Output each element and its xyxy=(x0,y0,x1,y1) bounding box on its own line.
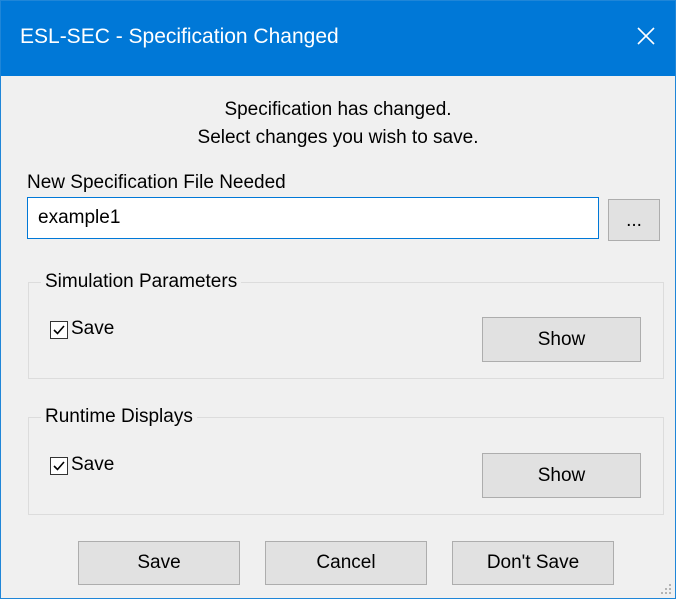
dialog-window: ESL-SEC - Specification Changed Specific… xyxy=(0,0,676,599)
runtime-save-checkbox[interactable] xyxy=(50,457,68,475)
simulation-show-button[interactable]: Show xyxy=(482,317,641,362)
window-title: ESL-SEC - Specification Changed xyxy=(20,25,339,48)
file-label: New Specification File Needed xyxy=(27,172,286,193)
close-icon xyxy=(637,27,655,50)
cancel-button[interactable]: Cancel xyxy=(265,541,427,585)
checkmark-icon xyxy=(53,325,65,335)
resize-grip-icon[interactable] xyxy=(660,583,672,595)
runtime-displays-title: Runtime Displays xyxy=(41,406,197,428)
dont-save-button[interactable]: Don't Save xyxy=(452,541,614,585)
simulation-save-checkbox[interactable] xyxy=(50,321,68,339)
title-bar[interactable]: ESL-SEC - Specification Changed xyxy=(1,1,675,76)
message-text: Specification has changed. Select change… xyxy=(1,96,675,152)
message-line-1: Specification has changed. xyxy=(224,99,452,120)
simulation-save-label[interactable]: Save xyxy=(71,318,114,340)
save-button[interactable]: Save xyxy=(78,541,240,585)
browse-button[interactable]: ... xyxy=(608,199,660,241)
message-line-2: Select changes you wish to save. xyxy=(197,127,479,148)
specification-file-input[interactable] xyxy=(27,197,599,239)
close-button[interactable] xyxy=(617,1,675,76)
simulation-parameters-title: Simulation Parameters xyxy=(41,271,242,293)
runtime-show-button[interactable]: Show xyxy=(482,453,641,498)
checkmark-icon xyxy=(53,461,65,471)
runtime-save-label[interactable]: Save xyxy=(71,454,114,476)
